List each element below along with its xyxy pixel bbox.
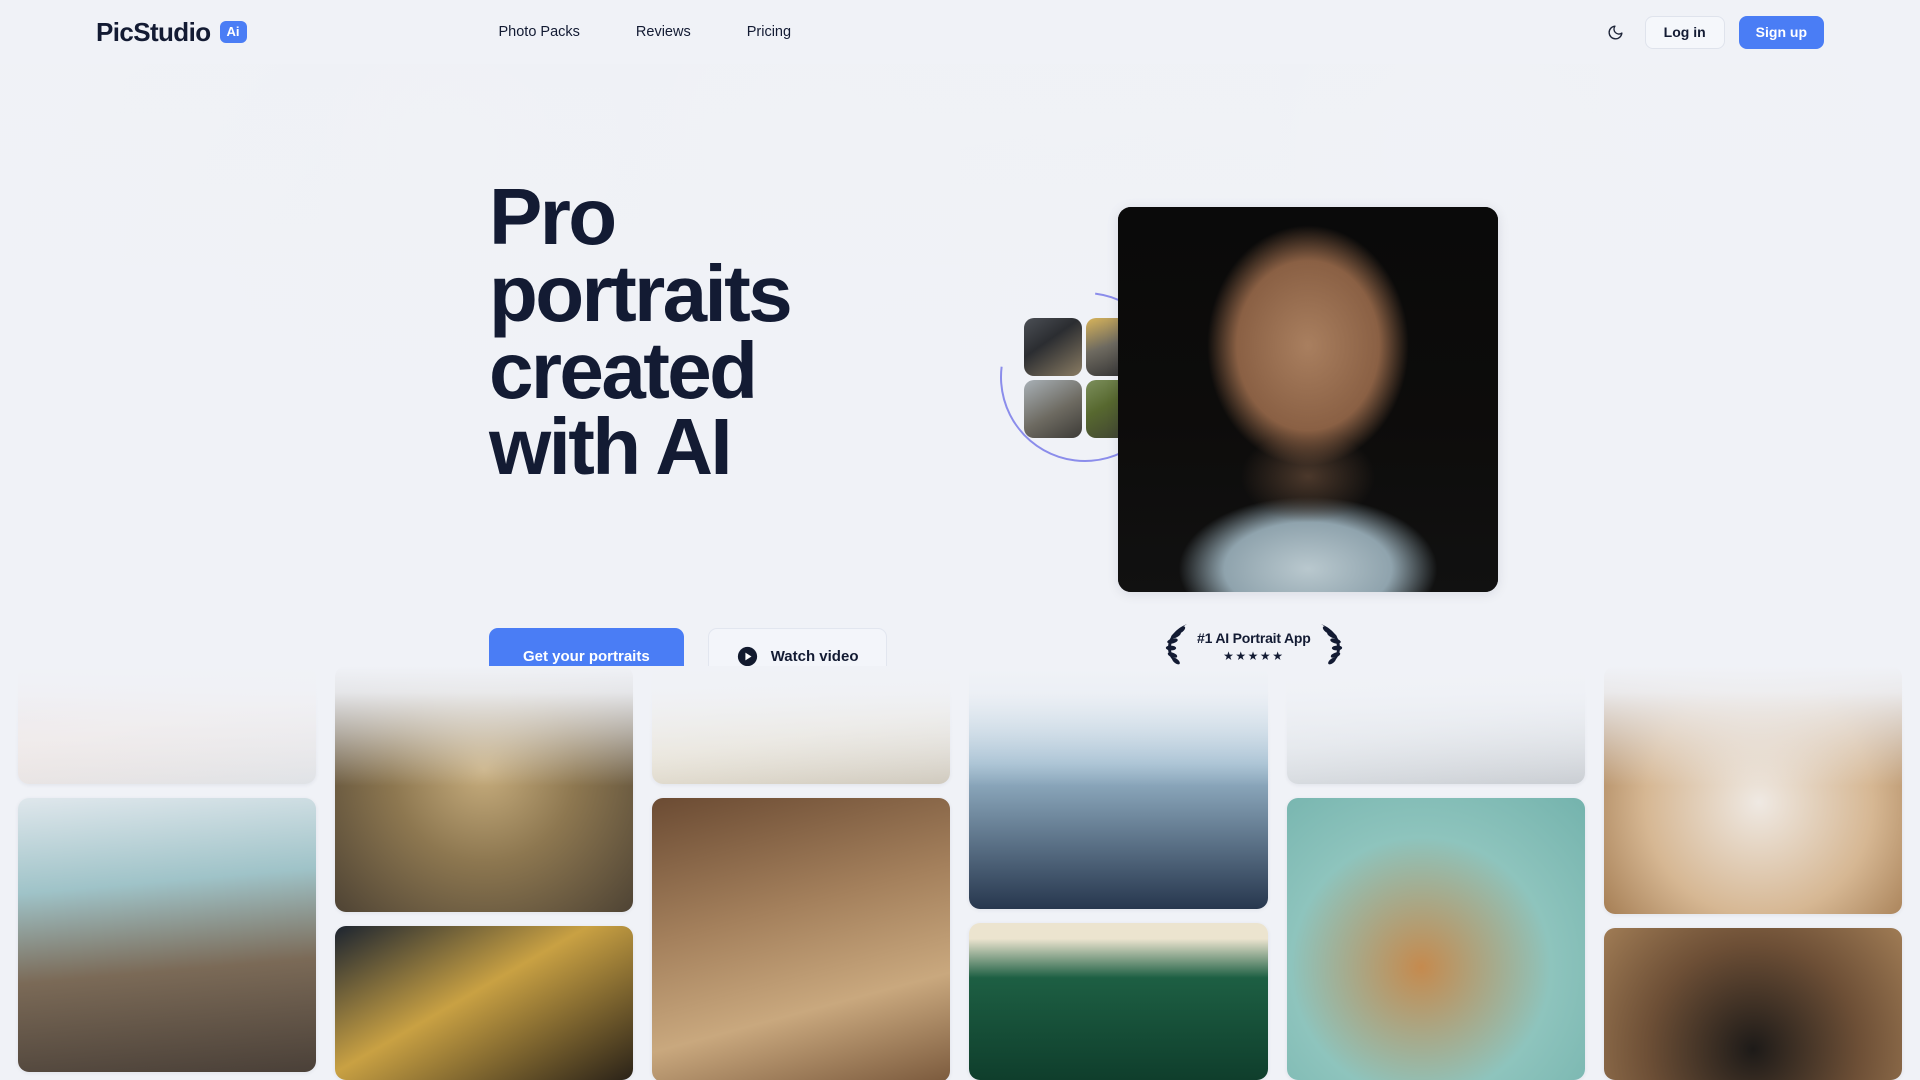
gallery-column (969, 666, 1268, 1080)
header-actions: Log in Sign up (1601, 15, 1824, 49)
hero-cta-group: Get your portraits Watch video (489, 628, 888, 666)
gallery-young-man-white-shirt[interactable] (1603, 666, 1902, 914)
landing-page: PicStudio Ai Photo Packs Reviews Pricing… (0, 0, 1920, 1080)
nav-item-pricing[interactable]: Pricing (747, 24, 791, 40)
brand-logo[interactable]: PicStudio Ai (96, 17, 247, 48)
nav-item-photo-packs[interactable]: Photo Packs (499, 24, 580, 40)
portrait-image (1118, 207, 1498, 592)
gallery-steampunk-man-sunglasses[interactable] (335, 666, 634, 912)
title-line-4: with AI (489, 402, 733, 492)
selfie-thumbs-up-outdoors (1024, 380, 1082, 438)
gallery-column (18, 666, 317, 1080)
laurel-right-icon (1319, 622, 1345, 666)
gallery-column (652, 666, 951, 1080)
login-button[interactable]: Log in (1644, 15, 1725, 49)
gallery-column (1603, 666, 1902, 1080)
gallery-man-beanie-mountains[interactable] (18, 798, 317, 1072)
watch-video-button[interactable]: Watch video (707, 628, 888, 666)
play-circle-icon (737, 646, 758, 666)
gallery-dark-hair-portrait[interactable] (1603, 928, 1902, 1080)
gallery-soft-light-woman[interactable] (652, 666, 951, 784)
brand-name: PicStudio (96, 16, 211, 47)
award-title: #1 AI Portrait App (1197, 630, 1311, 646)
gallery-column (1286, 666, 1585, 1080)
portrait-gallery (0, 666, 1920, 1080)
selfie-with-dog (1024, 318, 1082, 376)
gallery-businessman-suit-office[interactable] (969, 666, 1268, 909)
gallery-blonde-woman-denim-jacket[interactable] (18, 666, 317, 784)
brand-ai-badge: Ai (219, 21, 247, 43)
award-badge: #1 AI Portrait App ★★★★★ (1163, 622, 1345, 666)
laurel-left-icon (1163, 622, 1189, 666)
gallery-green-framed-portrait[interactable] (969, 923, 1268, 1080)
gallery-vintage-sepia-woman[interactable] (652, 798, 951, 1080)
signup-button[interactable]: Sign up (1738, 15, 1824, 49)
site-header: PicStudio Ai Photo Packs Reviews Pricing… (0, 0, 1920, 64)
moon-icon[interactable] (1601, 17, 1631, 47)
ai-studio-portrait-bearded-man (1118, 207, 1498, 592)
title-line-3: created (489, 325, 758, 415)
title-line-2: portraits (489, 248, 793, 338)
gallery-curly-woman-glasses-teal[interactable] (1286, 798, 1585, 1080)
gallery-golden-gears-portrait[interactable] (335, 926, 634, 1080)
gallery-column (335, 666, 634, 1080)
hero-section: Pro portraits created with AI Get your p… (0, 64, 1920, 666)
gallery-bearded-man-grey-cardigan[interactable] (1286, 666, 1585, 784)
hero-content: Pro portraits created with AI Get your p… (0, 64, 1920, 666)
award-stars: ★★★★★ (1223, 649, 1285, 663)
page-title: Pro portraits created with AI (489, 172, 793, 492)
award-text: #1 AI Portrait App ★★★★★ (1193, 630, 1315, 663)
watch-video-label: Watch video (770, 648, 859, 665)
title-line-1: Pro (489, 172, 617, 261)
main-navigation: Photo Packs Reviews Pricing (499, 24, 792, 40)
nav-item-reviews[interactable]: Reviews (636, 24, 691, 40)
get-your-portraits-button[interactable]: Get your portraits (489, 628, 684, 666)
